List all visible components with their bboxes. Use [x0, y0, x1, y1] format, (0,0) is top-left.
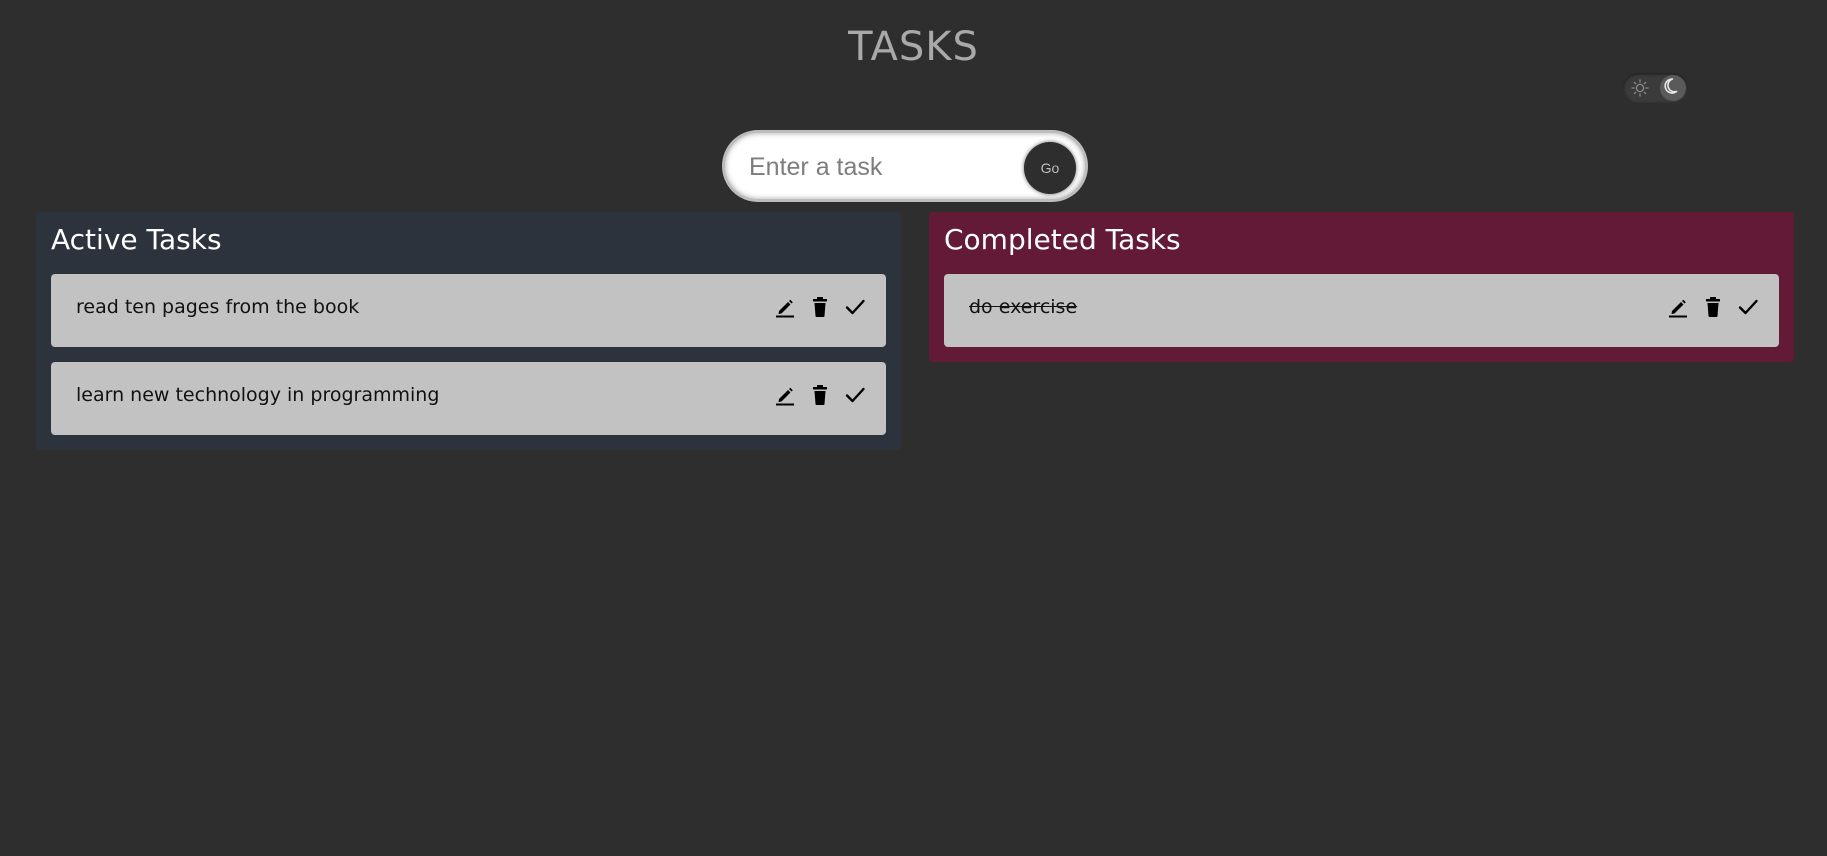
theme-toggle[interactable]: [1623, 73, 1688, 103]
task-card: learn new technology in programming: [51, 362, 886, 435]
task-input[interactable]: [747, 145, 1011, 189]
sun-icon: [1631, 79, 1649, 97]
check-icon[interactable]: [843, 295, 866, 319]
task-actions: [773, 383, 866, 407]
task-form: Go: [725, 133, 1085, 199]
task-card: read ten pages from the book: [51, 274, 886, 347]
pencil-icon[interactable]: [1666, 295, 1689, 319]
task-text: read ten pages from the book: [76, 296, 360, 318]
task-text: do exercise: [969, 296, 1078, 318]
completed-tasks-heading: Completed Tasks: [944, 223, 1181, 256]
task-card: do exercise: [944, 274, 1779, 347]
pencil-icon[interactable]: [773, 295, 796, 319]
active-tasks-heading: Active Tasks: [51, 223, 222, 256]
trash-icon[interactable]: [808, 295, 831, 319]
task-actions: [773, 295, 866, 319]
trash-icon[interactable]: [808, 383, 831, 407]
app-title: TASKS: [848, 24, 979, 70]
task-actions: [1666, 295, 1759, 319]
trash-icon[interactable]: [1701, 295, 1724, 319]
check-icon[interactable]: [843, 383, 866, 407]
go-button[interactable]: Go: [1024, 142, 1076, 194]
task-text: learn new technology in programming: [76, 384, 440, 406]
moon-icon: [1663, 76, 1683, 100]
completed-tasks-panel: Completed Tasks do exercise: [929, 212, 1794, 362]
toggle-knob[interactable]: [1660, 75, 1686, 101]
pencil-icon[interactable]: [773, 383, 796, 407]
check-icon[interactable]: [1736, 295, 1759, 319]
active-tasks-panel: Active Tasks read ten pages from the boo…: [36, 212, 901, 450]
